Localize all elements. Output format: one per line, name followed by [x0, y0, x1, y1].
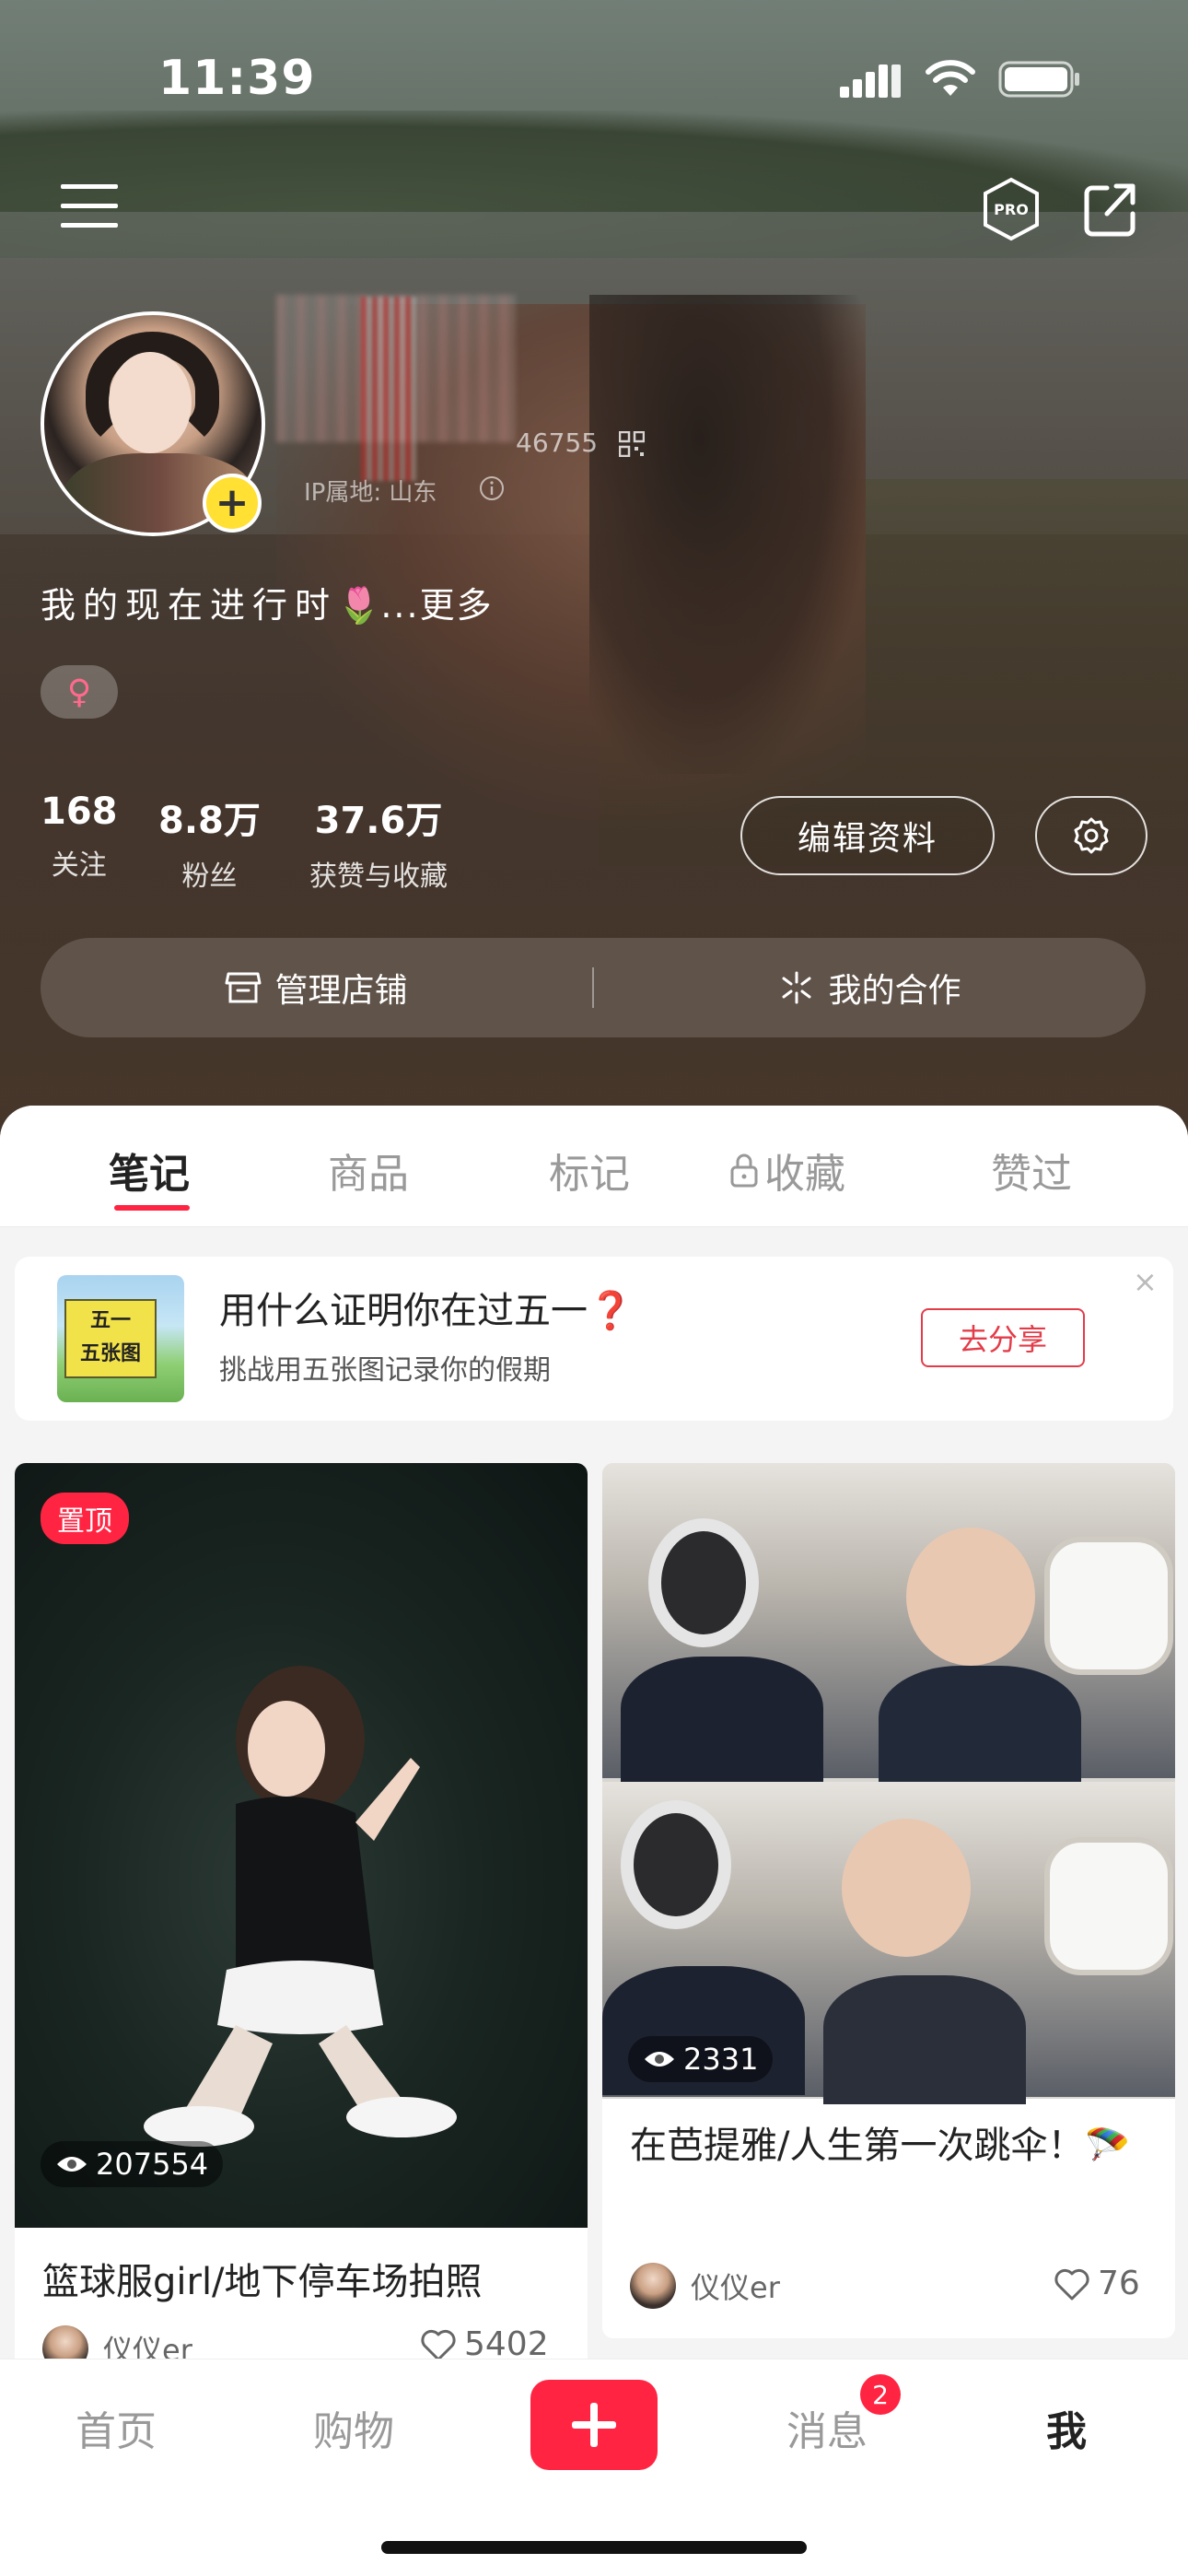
like-count: 5402	[464, 2325, 549, 2363]
tab-products[interactable]: 商品	[328, 1141, 409, 1200]
note-title: 篮球服girl/地下停车场拍照	[42, 2261, 483, 2303]
status-bar: 11:39	[0, 0, 1188, 157]
bio-more-link[interactable]: ...更多	[380, 585, 493, 626]
pinned-badge: 置顶	[41, 1493, 129, 1544]
profile-tabs: 笔记 商品 标记 收藏 赞过	[0, 1106, 1188, 1227]
banner-thumbnail: 五一 五张图	[57, 1275, 184, 1402]
nav-messages[interactable]: 消息	[786, 2398, 868, 2457]
following-label: 关注	[51, 849, 107, 882]
lock-icon	[730, 1153, 758, 1188]
view-count: 207554	[41, 2141, 224, 2187]
challenge-banner[interactable]: 五一 五张图 用什么证明你在过五一❓ 挑战用五张图记录你的假期 去分享 ×	[15, 1257, 1173, 1421]
store-icon	[225, 972, 262, 1003]
eye-icon	[645, 2052, 674, 2067]
qr-code-icon[interactable]	[619, 431, 645, 457]
author-avatar	[630, 2263, 676, 2309]
bio-text: 我的现在进行时	[41, 585, 338, 626]
view-count: 2331	[628, 2036, 774, 2082]
wifi-icon	[926, 60, 975, 96]
note-title: 在芭提雅/人生第一次跳伞！🪂	[630, 2125, 1131, 2167]
note-card[interactable]: 置顶 207554 篮球服girl/地下停车场拍照 仪仪er 5402	[15, 1463, 588, 2395]
gear-icon	[1074, 817, 1109, 854]
plus-icon	[572, 2403, 616, 2447]
nav-home[interactable]: 首页	[76, 2398, 157, 2457]
following-count: 168	[41, 790, 118, 833]
ip-location: IP属地: 山东	[304, 479, 437, 507]
messages-badge: 2	[860, 2374, 901, 2415]
share-icon[interactable]	[1083, 181, 1138, 238]
cover-figure	[144, 1666, 457, 2147]
status-time: 11:39	[158, 51, 316, 106]
eye-icon	[57, 2157, 87, 2172]
info-icon[interactable]	[479, 475, 505, 501]
active-tab-indicator	[114, 1205, 190, 1211]
tab-collections[interactable]: 收藏	[729, 1141, 845, 1200]
tulip-emoji: 🌷	[337, 585, 381, 626]
banner-title: 用什么证明你在过五一❓	[219, 1290, 634, 1332]
like-button[interactable]: 5402	[420, 2325, 549, 2363]
menu-icon[interactable]	[61, 182, 118, 230]
edit-profile-button[interactable]: 编辑资料	[740, 796, 995, 875]
nav-me[interactable]: 我	[1046, 2398, 1087, 2457]
battery-icon	[998, 61, 1079, 98]
tab-liked[interactable]: 赞过	[991, 1141, 1072, 1200]
note-cover-image: 置顶 207554	[15, 1463, 588, 2228]
svg-text:PRO: PRO	[994, 201, 1029, 218]
redbook-id[interactable]: 46755	[516, 427, 598, 458]
followers-label: 粉丝	[181, 861, 238, 893]
content-sheet: 笔记 商品 标记 收藏 赞过 五一 五张图 用什么证明你在过五一❓ 挑战用五张图…	[0, 1106, 1188, 2395]
cellular-signal-icon	[840, 64, 901, 98]
like-count: 76	[1098, 2265, 1140, 2302]
stat-followers[interactable]: 8.8万 粉丝	[158, 790, 261, 894]
note-card[interactable]: 2331 在芭提雅/人生第一次跳伞！🪂 仪仪er 76	[602, 1463, 1175, 2338]
manage-store-label: 管理店铺	[274, 972, 408, 1010]
settings-button[interactable]	[1035, 796, 1147, 875]
nav-shop[interactable]: 购物	[313, 2398, 394, 2457]
like-button[interactable]: 76	[1054, 2265, 1140, 2302]
tab-marks[interactable]: 标记	[549, 1141, 630, 1200]
likes-collects-label: 获赞与收藏	[309, 861, 448, 893]
banner-subtitle: 挑战用五张图记录你的假期	[219, 1354, 551, 1387]
heart-icon	[1054, 2268, 1089, 2300]
heart-icon	[421, 2329, 456, 2360]
note-cover-image: 2331	[602, 1463, 1175, 2104]
tab-notes[interactable]: 笔记	[109, 1141, 190, 1200]
banner-thumbnail-sign: 五一 五张图	[64, 1299, 157, 1378]
likes-collects-count: 37.6万	[314, 800, 443, 842]
close-icon[interactable]: ×	[1133, 1264, 1158, 1299]
go-share-button[interactable]: 去分享	[921, 1308, 1085, 1367]
home-indicator	[381, 2541, 807, 2554]
add-avatar-button[interactable]: +	[203, 474, 262, 533]
author-name: 仪仪er	[691, 2270, 780, 2305]
my-cooperation-button[interactable]: 我的合作	[594, 938, 1146, 1037]
pro-badge-icon[interactable]: PRO	[982, 177, 1041, 241]
gender-badge: ♀	[41, 665, 118, 719]
stat-following[interactable]: 168 关注	[41, 790, 118, 883]
business-bar: 管理店铺 我的合作	[41, 938, 1146, 1037]
followers-count: 8.8万	[158, 800, 261, 842]
bio[interactable]: 我的现在进行时🌷...更多	[41, 577, 494, 627]
cover-photo-top	[602, 1463, 1175, 1795]
sparkle-icon	[782, 971, 811, 1004]
create-post-button[interactable]	[530, 2380, 658, 2470]
stat-likes-collects[interactable]: 37.6万 获赞与收藏	[309, 790, 448, 894]
note-author[interactable]: 仪仪er	[630, 2263, 780, 2309]
manage-store-button[interactable]: 管理店铺	[41, 938, 592, 1037]
nickname-redacted-mark	[361, 297, 416, 481]
my-cooperation-label: 我的合作	[828, 972, 961, 1010]
